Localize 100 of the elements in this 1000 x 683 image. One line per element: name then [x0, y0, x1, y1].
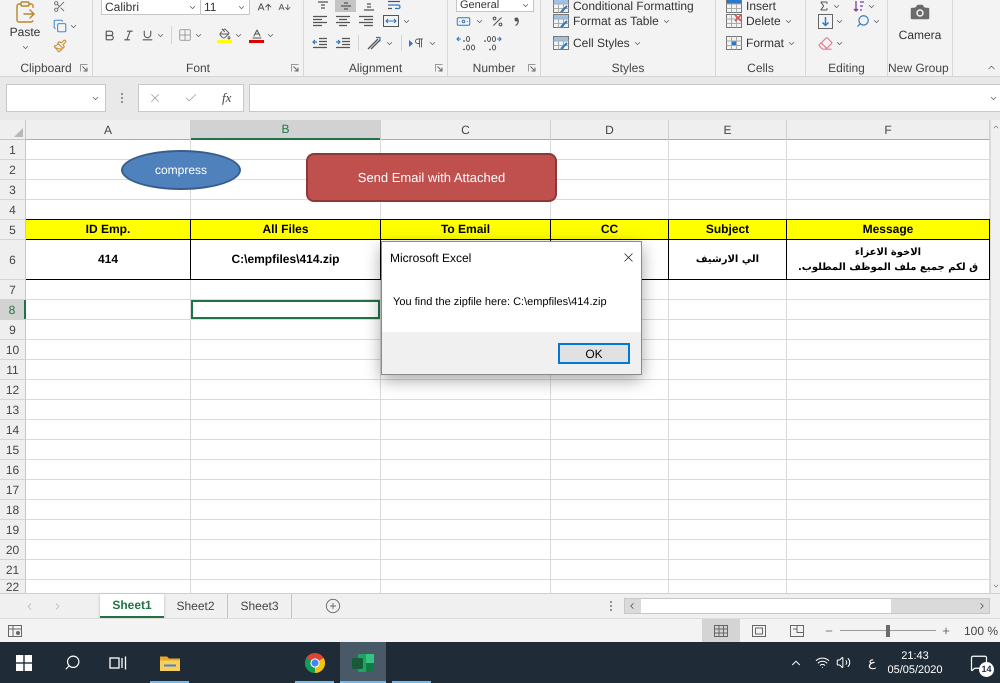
align-lines-icon[interactable] — [316, 1, 328, 11]
more-options-icon[interactable] — [120, 92, 124, 104]
zoom-in-icon[interactable] — [941, 626, 951, 636]
header-cell[interactable]: CC — [551, 220, 668, 239]
font-size-dropdown[interactable]: 11 — [201, 0, 250, 15]
column-header[interactable]: E — [669, 120, 786, 140]
decrease-indent-icon[interactable] — [312, 37, 328, 49]
scroll-down-icon[interactable] — [992, 582, 1000, 590]
macro-recording-icon[interactable] — [8, 624, 22, 636]
borders-icon[interactable] — [178, 28, 192, 42]
font-color-icon[interactable] — [249, 28, 264, 42]
copy-icon[interactable] — [53, 19, 67, 33]
bold-icon[interactable] — [103, 28, 116, 42]
font-name-dropdown[interactable]: Calibri — [101, 0, 201, 15]
rectangle-macro-button[interactable]: Send Email with Attached — [306, 153, 557, 202]
row-header[interactable]: 6 — [0, 240, 26, 279]
ribbon-command-button[interactable]: Conditional Formatting — [553, 0, 694, 13]
header-cell[interactable]: ID Emp. — [26, 220, 190, 239]
row-header[interactable]: 19 — [0, 520, 26, 539]
increase-decimal-icon[interactable] — [456, 35, 476, 51]
selected-cell[interactable] — [191, 300, 380, 319]
input-language-indicator[interactable]: ع — [860, 654, 884, 670]
ribbon-command-button[interactable]: Format as Table — [553, 14, 659, 28]
table-cell[interactable]: C:\empfiles\414.zip — [191, 240, 380, 279]
number-format-dropdown[interactable]: General — [456, 0, 534, 12]
fill-color-icon[interactable] — [217, 28, 232, 42]
header-cell[interactable]: Subject — [669, 220, 786, 239]
column-header[interactable]: F — [787, 120, 989, 140]
dialog-launcher-icon[interactable] — [291, 64, 299, 72]
page-layout-icon[interactable] — [752, 624, 766, 636]
ribbon-command-button[interactable]: Cell Styles — [553, 36, 630, 50]
row-header[interactable]: 22 — [0, 580, 26, 593]
align-left-icon[interactable] — [312, 15, 328, 27]
ribbon-command-button[interactable]: Insert — [726, 0, 776, 13]
dialog-launcher-icon[interactable] — [80, 64, 88, 72]
vertical-align-button[interactable] — [335, 0, 356, 12]
dialog-launcher-icon[interactable] — [528, 64, 536, 72]
table-cell[interactable]: الي الارشيف — [669, 240, 786, 279]
percent-icon[interactable] — [491, 14, 504, 28]
ok-button[interactable]: OK — [558, 342, 630, 364]
row-header[interactable]: 16 — [0, 460, 26, 479]
sort-icon[interactable] — [853, 0, 865, 12]
autosum-icon[interactable] — [818, 0, 830, 12]
insert-function-button[interactable]: fx — [222, 91, 232, 105]
more-options-icon[interactable] — [609, 600, 613, 612]
spreadsheet-app-icon[interactable] — [352, 654, 374, 672]
header-cell[interactable]: To Email — [381, 220, 550, 239]
eraser-icon[interactable] — [818, 36, 833, 50]
fill-down-icon[interactable] — [818, 14, 833, 28]
row-header[interactable]: 14 — [0, 420, 26, 439]
row-header[interactable]: 11 — [0, 360, 26, 379]
ribbon-command-button[interactable]: Delete — [726, 14, 781, 28]
zoom-slider-thumb[interactable] — [886, 624, 890, 636]
row-header[interactable]: 7 — [0, 280, 26, 299]
scroll-thumb[interactable] — [641, 599, 891, 613]
insert-cells-icon[interactable] — [726, 0, 742, 13]
comma-style-icon[interactable] — [514, 16, 519, 26]
vertical-scrollbar[interactable] — [990, 120, 1000, 593]
align-right-icon[interactable] — [358, 15, 374, 27]
cut-icon[interactable] — [53, 0, 66, 13]
row-header[interactable]: 2 — [0, 160, 26, 179]
camera-button[interactable]: Camera — [898, 0, 942, 42]
align-lines-icon[interactable] — [362, 1, 374, 11]
merge-cells-icon[interactable] — [383, 15, 399, 27]
row-header[interactable]: 10 — [0, 340, 26, 359]
horizontal-scrollbar[interactable] — [624, 598, 990, 614]
decrease-decimal-icon[interactable] — [482, 35, 502, 51]
align-lines-icon[interactable] — [340, 1, 352, 11]
text-direction-icon[interactable] — [409, 37, 425, 49]
folder-icon[interactable] — [160, 654, 180, 670]
sheet-tab[interactable]: Sheet1 — [100, 594, 164, 618]
oval-macro-button[interactable]: compress — [121, 150, 241, 190]
format-painter-icon[interactable] — [53, 39, 67, 53]
row-header[interactable]: 15 — [0, 440, 26, 459]
row-header[interactable]: 21 — [0, 560, 26, 579]
delete-cells-icon[interactable] — [726, 14, 742, 28]
clock-date[interactable]: 05/05/2020 — [887, 662, 943, 676]
row-header[interactable]: 4 — [0, 200, 26, 219]
view-button[interactable] — [702, 619, 740, 642]
row-header[interactable]: 20 — [0, 540, 26, 559]
add-sheet-icon[interactable] — [325, 598, 341, 614]
header-cell[interactable]: All Files — [191, 220, 380, 239]
task-view-icon[interactable] — [109, 656, 127, 670]
row-header[interactable]: 13 — [0, 400, 26, 419]
cancel-icon[interactable] — [148, 91, 162, 105]
header-cell[interactable]: Message — [787, 220, 989, 239]
row-header[interactable]: 17 — [0, 480, 26, 499]
format-cells-icon[interactable] — [726, 36, 742, 50]
formula-input[interactable] — [249, 84, 1000, 112]
column-header[interactable]: C — [381, 120, 550, 140]
row-header[interactable]: 5 — [0, 220, 26, 239]
paste-button[interactable]: Paste — [0, 0, 50, 59]
table-cell[interactable]: الاخوة الاعزاء ق لكم جميع ملف الموظف المطلوب. — [787, 240, 989, 279]
table-cell[interactable]: 414 — [26, 240, 190, 279]
column-header[interactable]: A — [26, 120, 190, 140]
row-header[interactable]: 3 — [0, 180, 26, 199]
clock-time[interactable]: 21:43 — [901, 648, 929, 662]
column-header[interactable]: D — [551, 120, 668, 140]
italic-icon[interactable] — [122, 28, 135, 42]
row-header[interactable]: 9 — [0, 320, 26, 339]
